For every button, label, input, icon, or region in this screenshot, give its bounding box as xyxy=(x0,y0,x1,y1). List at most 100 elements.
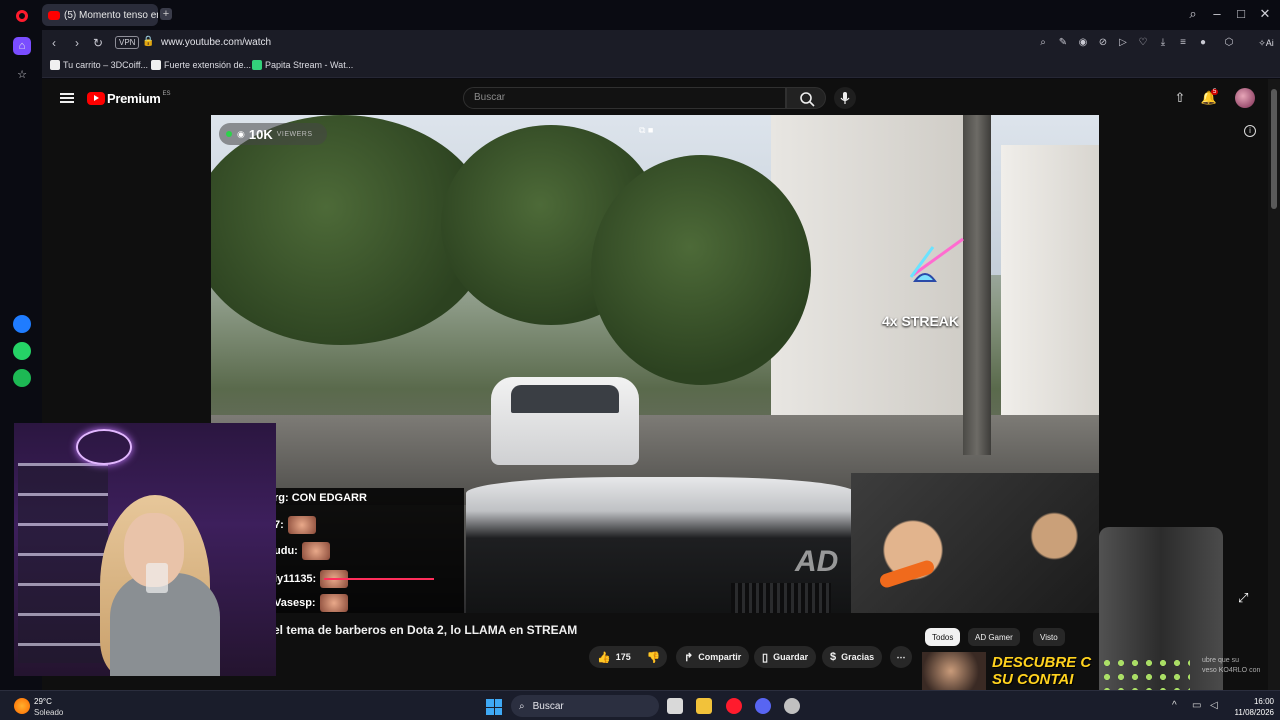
minimize-button[interactable]: – xyxy=(1208,6,1226,21)
extensions-icon[interactable]: ⬡ xyxy=(1222,36,1236,50)
reco-subline: SU CONTAI xyxy=(992,671,1074,688)
video-watermark: AD xyxy=(795,545,839,578)
recommended-video-thumbnail[interactable] xyxy=(922,652,986,690)
camera-icon[interactable]: ◉ xyxy=(1076,36,1090,50)
search-page-icon[interactable]: ⌕ xyxy=(1036,36,1050,50)
lock-icon[interactable]: 🔒 xyxy=(142,36,154,47)
windows-start-icon[interactable] xyxy=(486,699,502,715)
thanks-label: Gracias xyxy=(841,652,875,662)
forward-button[interactable]: › xyxy=(69,35,85,51)
reco-headline: DESCUBRE C xyxy=(992,654,1092,671)
like-icon[interactable]: 👍 xyxy=(597,651,611,664)
chat-message: 7: xyxy=(274,516,316,534)
back-button[interactable]: ‹ xyxy=(46,35,62,51)
weather-condition[interactable]: Soleado xyxy=(34,708,63,717)
bookmark-icon: ▯ xyxy=(762,651,769,664)
bookmark-item[interactable]: Fuerte extensión de... xyxy=(151,60,251,70)
vpn-badge[interactable]: VPN xyxy=(115,36,140,49)
tab-title: (5) Momento tenso entre xyxy=(64,9,158,21)
weather-temperature[interactable]: 29°C xyxy=(34,697,52,706)
maximize-button[interactable]: □ xyxy=(1232,6,1250,21)
player-icon[interactable]: ▷ xyxy=(1116,36,1130,50)
bookmark-favicon-icon xyxy=(151,60,161,70)
speed-dial-star-icon[interactable]: ☆ xyxy=(13,65,31,83)
app-taskbar-icon[interactable] xyxy=(784,698,800,714)
tab-search-icon[interactable]: ⌕ xyxy=(1184,6,1202,22)
fullscreen-icon[interactable]: ⤢ xyxy=(1238,590,1248,606)
voice-search-button[interactable] xyxy=(834,87,856,109)
new-tab-button[interactable]: + xyxy=(160,8,172,20)
network-icon[interactable]: ▭ xyxy=(1192,700,1201,711)
chip-channel[interactable]: AD Gamer xyxy=(968,628,1020,646)
opera-logo-icon[interactable] xyxy=(16,10,28,22)
streak-sword-icon xyxy=(909,237,964,282)
account-avatar[interactable] xyxy=(1235,88,1255,108)
page-scrollbar[interactable] xyxy=(1268,79,1280,690)
favorites-heart-icon[interactable]: ♡ xyxy=(1136,36,1150,50)
tray-chevron-icon[interactable]: ^ xyxy=(1172,700,1177,711)
video-building xyxy=(1001,145,1099,445)
dislike-icon[interactable]: 👎 xyxy=(647,651,661,664)
taskbar-search-icon: ⌕ xyxy=(519,700,525,712)
bookmark-item[interactable]: Papita Stream - Wat... xyxy=(252,60,353,70)
browser-tab-active[interactable]: (5) Momento tenso entre xyxy=(42,4,158,26)
search-button[interactable] xyxy=(786,87,826,109)
edit-icon[interactable]: ✎ xyxy=(1056,36,1070,50)
adblock-icon[interactable]: ⊘ xyxy=(1096,36,1110,50)
task-view-icon[interactable] xyxy=(667,698,683,714)
taskbar-clock[interactable]: 16:00 11/08/2026 xyxy=(1226,696,1274,718)
ai-button[interactable]: ✧Ai xyxy=(1254,34,1278,52)
video-player[interactable]: ◉ 10K VIEWERS ⧉ ■ 4x STREAK rg: CON EDGA… xyxy=(211,115,1099,613)
microphone-icon xyxy=(840,92,850,104)
discord-icon[interactable] xyxy=(755,698,771,714)
bookmark-item[interactable]: Tu carrito – 3DCoiff... xyxy=(50,60,148,70)
url-field[interactable]: www.youtube.com/watch xyxy=(161,37,271,48)
search-input[interactable] xyxy=(474,92,774,103)
more-actions-button[interactable]: ⋯ xyxy=(890,646,912,668)
taskbar-search-label: Buscar xyxy=(532,700,564,712)
bookmark-label: Fuerte extensión de... xyxy=(164,60,252,70)
thanks-button[interactable]: $ Gracias xyxy=(822,646,883,668)
chat-message: rg: CON EDGARR xyxy=(274,492,367,504)
opera-taskbar-icon[interactable] xyxy=(726,698,742,714)
hamburger-menu-icon[interactable] xyxy=(60,93,74,103)
download-icon[interactable]: ⤓ xyxy=(1156,36,1170,50)
search-box xyxy=(463,87,786,109)
chip-all[interactable]: Todos xyxy=(925,628,961,646)
file-explorer-icon[interactable] xyxy=(696,698,712,714)
youtube-logo[interactable]: Premium ES xyxy=(87,91,171,106)
info-icon[interactable]: i xyxy=(1244,125,1256,137)
profile-icon[interactable]: ● xyxy=(1196,36,1210,50)
video-dash-vent xyxy=(731,583,831,613)
menu-icon[interactable]: ≡ xyxy=(1176,36,1190,50)
viewer-count: 10K xyxy=(248,126,273,142)
share-icon: ↱ xyxy=(684,651,694,664)
volume-icon[interactable]: ◁ xyxy=(1210,700,1218,711)
close-window-button[interactable]: ✕ xyxy=(1256,6,1274,22)
clock-time: 16:00 xyxy=(1253,697,1274,706)
spotify-icon[interactable] xyxy=(13,369,31,387)
scrollbar-thumb[interactable] xyxy=(1271,89,1277,209)
chip-watched[interactable]: Visto xyxy=(1033,628,1065,646)
save-button[interactable]: ▯ Guardar xyxy=(754,646,817,668)
video-tree xyxy=(591,155,811,385)
home-icon[interactable]: ⌂ xyxy=(13,37,31,55)
messenger-icon[interactable] xyxy=(13,315,31,333)
taskbar-search[interactable]: ⌕ Buscar xyxy=(511,695,659,717)
reload-button[interactable]: ↻ xyxy=(90,35,106,51)
weather-sun-icon[interactable] xyxy=(14,698,30,714)
like-count[interactable]: 175 xyxy=(616,652,631,662)
youtube-brand: Premium xyxy=(107,91,161,106)
chat-message: udu: xyxy=(274,542,330,560)
whatsapp-icon[interactable] xyxy=(13,342,31,360)
video-passenger-camera xyxy=(851,473,1099,613)
chat-emote xyxy=(319,594,348,612)
youtube-favicon-icon xyxy=(48,10,60,20)
webcam-shelf xyxy=(18,463,108,663)
recommended-video-thumbnail-text[interactable]: DESCUBRE C SU CONTAI xyxy=(992,654,1091,688)
share-button[interactable]: ↱ Compartir xyxy=(676,646,750,668)
upload-icon[interactable]: ⇧ xyxy=(1171,89,1189,107)
video-title: el tema de barberos en Dota 2, lo LLAMA … xyxy=(273,623,578,637)
video-white-suv xyxy=(491,377,639,465)
eye-icon: ◉ xyxy=(237,128,245,139)
